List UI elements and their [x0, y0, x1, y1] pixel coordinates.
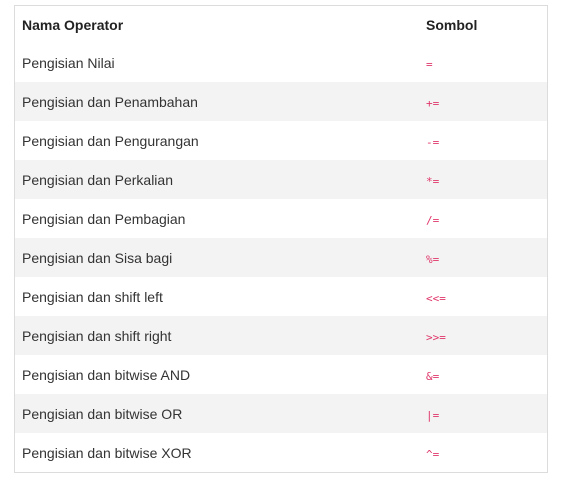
operator-name: Pengisian dan Penambahan — [15, 82, 419, 121]
operator-name: Pengisian dan bitwise OR — [15, 394, 419, 433]
operator-name: Pengisian dan Perkalian — [15, 160, 419, 199]
table-row: Pengisian dan Pengurangan -= — [15, 121, 547, 160]
operator-symbol-cell: -= — [419, 121, 547, 160]
operator-table-container: Nama Operator Sombol Pengisian Nilai = P… — [14, 5, 548, 473]
table-row: Pengisian dan Pembagian /= — [15, 199, 547, 238]
operator-symbol-cell: >>= — [419, 316, 547, 355]
operator-symbol: |= — [426, 408, 440, 422]
table-row: Pengisian dan bitwise AND &= — [15, 355, 547, 394]
operator-name: Pengisian dan bitwise XOR — [22, 444, 192, 461]
operator-symbol: ^= — [426, 447, 440, 461]
table-row: Pengisian dan bitwise OR |= — [15, 394, 547, 433]
operator-symbol-cell: |= — [419, 394, 547, 433]
header-operator-name: Nama Operator — [22, 16, 124, 33]
operator-symbol-cell: *= — [419, 160, 547, 199]
operator-table: Nama Operator Sombol Pengisian Nilai = P… — [15, 6, 547, 472]
table-row: Pengisian dan shift left <<= — [15, 277, 547, 316]
table-body: Pengisian Nilai = Pengisian dan Penambah… — [15, 43, 547, 472]
operator-symbol-cell: %= — [419, 238, 547, 277]
table-header: Nama Operator Sombol — [15, 6, 547, 43]
operator-symbol-cell: <<= — [419, 277, 547, 316]
operator-name: Pengisian dan Pengurangan — [22, 132, 199, 149]
operator-symbol: %= — [426, 252, 440, 266]
table-row: Pengisian dan Perkalian *= — [15, 160, 547, 199]
operator-symbol: >>= — [426, 330, 446, 344]
operator-name: Pengisian dan shift right — [15, 316, 419, 355]
operator-symbol: += — [426, 96, 440, 110]
operator-name: Pengisian Nilai — [22, 54, 115, 71]
table-row: Pengisian Nilai = — [15, 43, 547, 82]
table-row: Pengisian dan bitwise XOR ^= — [15, 433, 547, 472]
table-row: Pengisian dan shift right >>= — [15, 316, 547, 355]
operator-symbol: -= — [426, 135, 440, 149]
operator-name: Pengisian dan shift left — [22, 288, 163, 305]
operator-name: Pengisian dan Sisa bagi — [15, 238, 419, 277]
operator-symbol-cell: &= — [419, 355, 547, 394]
operator-symbol: = — [426, 57, 433, 71]
operator-symbol-cell: /= — [419, 199, 547, 238]
operator-symbol-cell: ^= — [419, 433, 547, 472]
operator-name: Pengisian dan Pembagian — [22, 210, 186, 227]
operator-name: Pengisian dan bitwise AND — [22, 366, 191, 383]
operator-symbol: <<= — [426, 291, 446, 305]
operator-symbol-cell: += — [419, 82, 547, 121]
operator-symbol: *= — [426, 174, 440, 188]
header-row: Nama Operator Sombol — [15, 6, 547, 43]
operator-symbol: &= — [426, 369, 440, 383]
table-row: Pengisian dan Penambahan += — [15, 82, 547, 121]
table-row: Pengisian dan Sisa bagi %= — [15, 238, 547, 277]
operator-symbol-cell: = — [419, 43, 547, 82]
header-symbol: Sombol — [426, 16, 478, 33]
operator-symbol: /= — [426, 213, 440, 227]
